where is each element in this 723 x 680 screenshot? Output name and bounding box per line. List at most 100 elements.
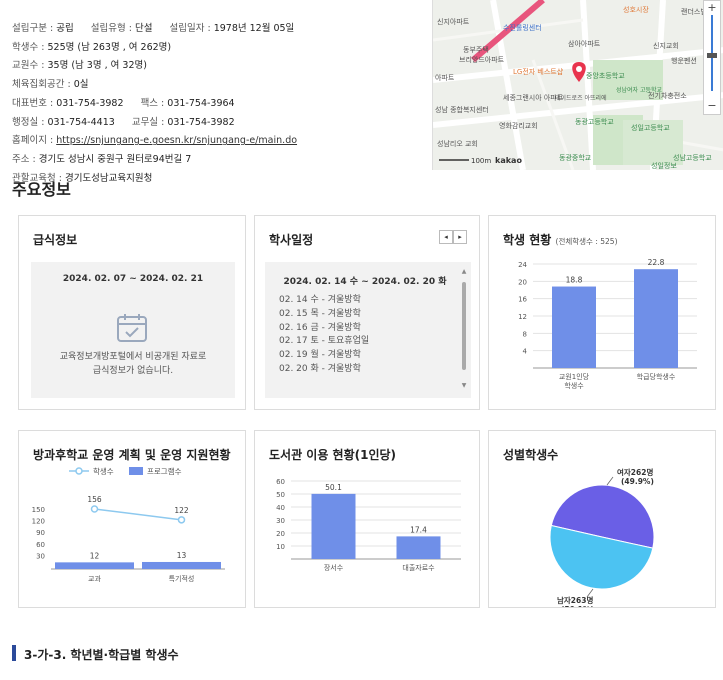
y-tick-label: 8 bbox=[523, 330, 527, 338]
y-tick-label: 120 bbox=[32, 518, 45, 526]
scroll-up-icon[interactable]: ▲ bbox=[460, 268, 468, 275]
teachers-label: 교원수 : bbox=[12, 60, 45, 72]
x-tick-label: 교원1인당 bbox=[559, 372, 590, 381]
zoom-out-button[interactable]: − bbox=[704, 99, 720, 113]
student-status-chart: 4 8 12 16 20 24 18.8 교원1인당학생수 22.8 학급당학생수 bbox=[518, 258, 697, 390]
bar bbox=[634, 269, 678, 368]
map-zoom-control[interactable]: + − bbox=[703, 0, 721, 115]
data-label: 18.8 bbox=[566, 276, 583, 285]
y-tick-label: 60 bbox=[36, 541, 45, 549]
x-tick-label: 특기적성 bbox=[169, 574, 195, 583]
address-label: 주소 : bbox=[12, 153, 36, 165]
lunch-card: 급식정보 2024. 02. 07 ~ 2024. 02. 21 교육정보개방포… bbox=[18, 215, 246, 410]
map-label: 아파트 bbox=[435, 73, 455, 82]
map-canvas[interactable]: 성호시장 수진롤링센터 동부주택 브리앙드아파트 삼아아파트 신지교회 LG전자… bbox=[433, 0, 723, 170]
map-label: 성호시장 bbox=[623, 5, 649, 14]
map-label: 동광중학교 bbox=[559, 153, 592, 162]
zoom-in-button[interactable]: + bbox=[704, 1, 720, 15]
info-row-offices: 행정실 : 031-754-4413 교무실 : 031-754-3982 bbox=[12, 114, 422, 133]
y-tick-label: 20 bbox=[276, 530, 285, 538]
legend-marker-icon bbox=[75, 467, 83, 475]
info-row-homepage: 홈페이지 : https://snjungang-e.goesn.kr/snju… bbox=[12, 132, 422, 151]
info-row-gym: 체육집회공간 : 0실 bbox=[12, 76, 422, 95]
y-tick-label: 24 bbox=[518, 261, 527, 269]
date-label: 설립일자 : bbox=[169, 23, 211, 34]
y-tick-label: 50 bbox=[276, 491, 285, 499]
info-row-phone: 대표번호 : 031-754-3982 팩스 : 031-754-3964 bbox=[12, 95, 422, 114]
fax-label: 팩스 : bbox=[140, 97, 165, 109]
gender-pie-chart: 여자262명(49.9%) 남자263명(50.1%) bbox=[549, 467, 655, 607]
map-label: 신지교회 bbox=[653, 41, 679, 50]
map-label: 브리앙드아파트 bbox=[459, 55, 505, 64]
form-value: 단설 bbox=[134, 23, 153, 34]
lunch-message: 교육정보개방포털에서 비공개된 자료로 급식정보가 없습니다. bbox=[31, 350, 235, 378]
gender-card: 성별학생수 여자262명(49.9%)남자263명(50.1%) bbox=[488, 430, 716, 608]
library-chart: 10 20 30 40 50 60 50.1 장서수 17.4 대출자료수 bbox=[276, 478, 461, 572]
zoom-slider-handle[interactable] bbox=[707, 53, 717, 58]
map-label: 데이드로즈 아뜨리에 bbox=[555, 94, 607, 102]
schedule-next-button[interactable]: ▸ bbox=[453, 230, 467, 244]
homepage-link[interactable]: https://snjungang-e.goesn.kr/snjungang-e… bbox=[56, 135, 297, 146]
x-tick-label: 장서수 bbox=[324, 563, 344, 572]
type-value: 공립 bbox=[56, 23, 74, 34]
x-tick-label: 교과 bbox=[88, 574, 101, 583]
date-value: 1978년 12월 05일 bbox=[213, 23, 295, 34]
phone-label: 대표번호 : bbox=[12, 97, 54, 109]
schedule-date-range: 2024. 02. 14 수 ~ 2024. 02. 20 화 bbox=[283, 277, 447, 287]
library-card: 도서관 이용 현황(1인당) 10 20 30 40 50 60 50.1 장서수 17.4 대출… bbox=[254, 430, 480, 608]
bar bbox=[552, 286, 596, 368]
school-map[interactable]: 성호시장 수진롤링센터 동부주택 브리앙드아파트 삼아아파트 신지교회 LG전자… bbox=[432, 0, 723, 170]
legend-label: 프로그램수 bbox=[147, 466, 182, 476]
pie-label: 여자262명 bbox=[617, 467, 653, 477]
schedule-prev-button[interactable]: ◂ bbox=[439, 230, 453, 244]
teachers-value: 35명 (남 3명 , 여 32명) bbox=[47, 60, 147, 72]
bar bbox=[55, 562, 134, 569]
library-title: 도서관 이용 현황(1인당) bbox=[269, 448, 397, 462]
y-tick-label: 4 bbox=[523, 348, 528, 356]
label-leader-line bbox=[606, 476, 614, 486]
y-tick-label: 20 bbox=[518, 278, 527, 286]
form-label: 설립유형 : bbox=[90, 23, 132, 34]
admin-label: 행정실 : bbox=[12, 116, 45, 128]
info-row-students: 학생수 : 525명 (남 263명 , 여 262명) bbox=[12, 39, 422, 58]
map-label: LG전자 베스트샵 bbox=[513, 67, 564, 76]
info-row-teachers: 교원수 : 35명 (남 3명 , 여 32명) bbox=[12, 57, 422, 76]
schedule-pager: ◂ ▸ bbox=[439, 230, 467, 244]
scroll-down-icon[interactable]: ▼ bbox=[460, 382, 468, 389]
y-tick-label: 40 bbox=[276, 504, 285, 512]
section-marker bbox=[12, 645, 16, 661]
lunch-date-range: 2024. 02. 07 ~ 2024. 02. 21 bbox=[62, 274, 204, 284]
map-label: 삼아아파트 bbox=[568, 39, 601, 48]
map-label: 행운펜션 bbox=[671, 56, 697, 65]
y-tick-label: 12 bbox=[518, 313, 527, 321]
pie-label: (50.1%) bbox=[561, 605, 594, 607]
scroll-thumb[interactable] bbox=[462, 282, 466, 370]
admin-value: 031-754-4413 bbox=[47, 116, 115, 128]
gym-label: 체육집회공간 : bbox=[12, 79, 71, 91]
schedule-item: 02. 15 목 - 겨울방학 bbox=[279, 308, 361, 319]
map-label: 성남 종합복지센터 bbox=[435, 105, 489, 114]
bar bbox=[142, 561, 221, 569]
student-status-subtitle: (전체학생수 : 525) bbox=[555, 237, 618, 246]
data-label: 17.4 bbox=[410, 525, 427, 534]
data-label: 156 bbox=[87, 495, 102, 504]
schedule-title: 학사일정 bbox=[269, 233, 314, 247]
line-point bbox=[177, 516, 186, 524]
fax-value: 031-754-3964 bbox=[167, 97, 235, 109]
map-label: 동광고등학교 bbox=[575, 117, 614, 126]
students-value: 525명 (남 263명 , 여 262명) bbox=[47, 41, 172, 53]
homepage-label: 홈페이지 : bbox=[12, 135, 54, 147]
y-tick-label: 10 bbox=[276, 543, 285, 551]
gym-value: 0실 bbox=[73, 79, 89, 91]
legend-swatch-icon bbox=[129, 467, 143, 475]
map-label: 성남리오 교회 bbox=[437, 139, 478, 148]
data-label: 12 bbox=[90, 551, 100, 560]
address-value: 경기도 성남시 중원구 원터로94번길 7 bbox=[38, 153, 192, 165]
student-status-card: 학생 현황 (전체학생수 : 525) 4 8 12 16 20 24 18.8 교원1인당 학… bbox=[488, 215, 716, 410]
schedule-item: 02. 17 토 - 토요휴업일 bbox=[279, 336, 370, 347]
schedule-scrollbar[interactable]: ▲ ▼ bbox=[460, 268, 468, 390]
page-title: 주요정보 bbox=[12, 180, 71, 199]
data-label: 50.1 bbox=[325, 483, 342, 492]
bar bbox=[311, 493, 356, 559]
info-row-founding: 설립구분 : 공립 설립유형 : 단설 설립일자 : 1978년 12월 05일 bbox=[12, 20, 422, 39]
